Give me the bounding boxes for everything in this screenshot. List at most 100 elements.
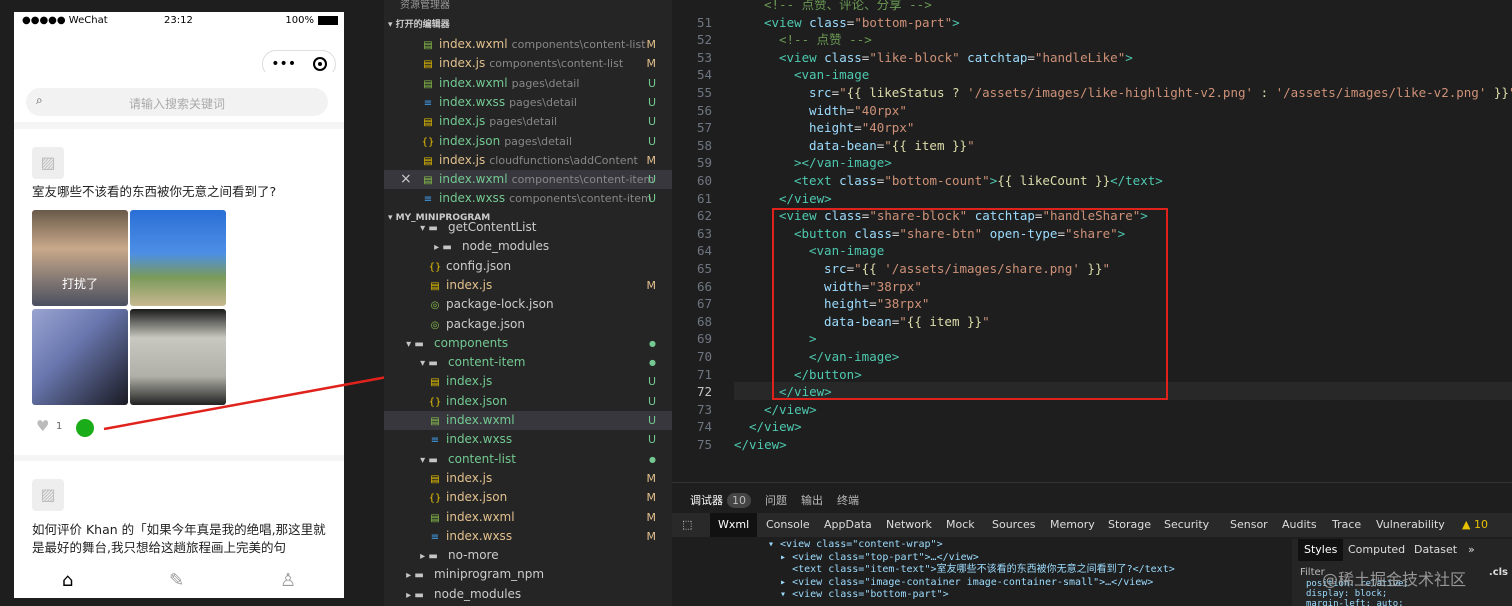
tab-security[interactable]: Security — [1164, 518, 1209, 531]
file-path: pages\detail — [509, 95, 577, 109]
file-name: index.json — [446, 393, 508, 408]
file-item[interactable]: ◎ package-lock.json — [384, 295, 672, 314]
file-item[interactable]: ▸ ▬ node_modules — [384, 585, 672, 604]
file-item[interactable]: ▤ index.js M — [384, 469, 672, 488]
file-item[interactable]: ▸ ▬ no-more — [384, 546, 672, 565]
warning-count[interactable]: ▲ 10 — [1462, 518, 1488, 531]
inspect-icon[interactable]: ⬚ — [682, 518, 692, 531]
tab-sources[interactable]: Sources — [992, 518, 1036, 531]
file-item[interactable]: ≡ index.wxss M — [384, 527, 672, 546]
code-token: <view — [764, 14, 810, 30]
file-name: components — [434, 335, 509, 350]
file-item[interactable]: {} config.json — [384, 257, 672, 276]
wxml-file-icon: ▤ — [423, 40, 433, 51]
code-line: 75 </view> — [672, 436, 1512, 454]
file-item[interactable]: ▾ ▬ components ● — [384, 334, 672, 353]
tab-output[interactable]: 输出 — [801, 494, 823, 507]
tab-styles[interactable]: Styles — [1298, 539, 1344, 561]
file-item[interactable]: ▤ index.js pages\detail U — [384, 112, 672, 131]
file-item[interactable]: {} index.json M — [384, 488, 672, 507]
wxml-tree[interactable]: ▾ <view class="content-wrap"> ▸ <view cl… — [768, 539, 1288, 602]
tab-debugger[interactable]: 调试器 — [690, 494, 723, 507]
git-status: ● — [649, 338, 656, 348]
code-text: </view> — [749, 418, 802, 436]
code-text: </view> — [734, 436, 787, 454]
code-line: 52 <!-- 点赞 --> — [672, 31, 1512, 49]
file-item[interactable]: ▤ index.wxml components\content-list M — [384, 35, 672, 54]
line-number: 74 — [696, 419, 712, 435]
file-item[interactable]: ▸ ▬ miniprogram_npm — [384, 565, 672, 584]
file-item[interactable]: ▤ index.js M — [384, 276, 672, 295]
file-item[interactable]: ▤ index.wxml pages\detail U — [384, 74, 672, 93]
code-text: <view class="bottom-part"> — [764, 14, 960, 32]
wxml-node[interactable]: ▸ <view class="top-part">…</view> — [768, 552, 1288, 565]
tab-vulnerability[interactable]: Vulnerability — [1376, 518, 1445, 531]
code-token: {{ likeStatus ? — [846, 85, 968, 100]
tab-appdata[interactable]: AppData — [824, 518, 872, 531]
folder-icon: ▸ ▬ — [420, 551, 438, 563]
tab-wxml[interactable]: Wxml — [710, 513, 758, 537]
file-path: pages\detail — [504, 134, 573, 148]
tab-terminal[interactable]: 终端 — [837, 494, 859, 507]
file-name: index.wxml — [446, 509, 515, 524]
open-editors-header[interactable]: ▾ 打开的编辑器 — [384, 16, 450, 35]
file-item[interactable]: ▤ index.wxml U — [384, 411, 672, 431]
tab-storage[interactable]: Storage — [1108, 518, 1151, 531]
js-file-icon: ▤ — [430, 473, 440, 485]
git-status: U — [647, 115, 656, 129]
file-item[interactable]: {} index.json pages\detail U — [384, 132, 672, 151]
file-item[interactable]: ≡ index.wxss U — [384, 430, 672, 449]
file-name: content-list — [448, 451, 516, 466]
code-token: {{ likeCount }} — [997, 173, 1111, 188]
code-line: 73 </view> — [672, 401, 1512, 419]
more-tabs-icon[interactable]: » — [1468, 539, 1475, 561]
file-item[interactable]: ▾ ▬ getContentList — [384, 218, 672, 237]
tab-network[interactable]: Network — [886, 518, 932, 531]
json-file-icon: {} — [428, 493, 442, 505]
file-item[interactable]: ≡ index.wxss pages\detail U — [384, 93, 672, 112]
file-item[interactable]: ≡ index.wxss components\content-item U — [384, 189, 672, 208]
line-number: 69 — [696, 331, 712, 347]
tab-problems[interactable]: 问题 — [765, 494, 787, 507]
wxml-node[interactable]: ▾ <view class="content-wrap"> — [768, 539, 1288, 552]
git-status: U — [647, 134, 656, 148]
file-item[interactable]: ▾ ▬ content-list ● — [384, 450, 672, 469]
code-token: = — [854, 120, 862, 136]
close-editor-icon[interactable]: × — [400, 170, 412, 189]
code-token: "40rpx" — [854, 102, 907, 118]
file-item[interactable]: ◎ package.json — [384, 315, 672, 334]
file-item[interactable]: ▸ ▬ node_modules — [384, 237, 672, 256]
file-name: node_modules — [434, 586, 522, 601]
code-token: > — [1125, 49, 1133, 65]
cls-toggle[interactable]: .cls — [1489, 567, 1508, 578]
tab-audits[interactable]: Audits — [1282, 518, 1317, 531]
wxml-node[interactable]: ▸ <view class="image-container image-con… — [768, 577, 1288, 590]
tab-sensor[interactable]: Sensor — [1230, 518, 1268, 531]
file-item[interactable]: {} index.json U — [384, 392, 672, 411]
file-item[interactable]: ▤ index.wxml M — [384, 508, 672, 527]
file-name: miniprogram_npm — [434, 567, 545, 582]
debugger-badge: 10 — [727, 493, 751, 508]
file-item[interactable]: ▤ index.js cloudfunctions\addContent M — [384, 151, 672, 170]
line-number: 55 — [696, 85, 712, 100]
file-item[interactable]: ▤ index.js components\content-list M — [384, 54, 672, 73]
line-number: 68 — [696, 313, 712, 329]
file-name: index.js — [446, 470, 493, 485]
code-token: class — [824, 49, 862, 65]
git-status: U — [647, 394, 656, 408]
tab-mock[interactable]: Mock — [946, 518, 975, 531]
tab-computed[interactable]: Computed — [1348, 539, 1405, 561]
wxml-node[interactable]: ▾ <view class="bottom-part"> — [768, 589, 1288, 602]
code-text: height="40rpx" — [809, 119, 914, 137]
tab-console[interactable]: Console — [766, 518, 810, 531]
file-name: index.js — [446, 374, 493, 389]
file-item[interactable]: ▤ index.js U — [384, 372, 672, 391]
file-item[interactable]: ▤ index.wxml components\content-item U — [384, 170, 672, 190]
explorer-title: 资源管理器 — [400, 0, 450, 11]
tab-dataset[interactable]: Dataset — [1414, 539, 1457, 561]
file-item[interactable]: ▾ ▬ content-item ● — [384, 353, 672, 372]
tab-memory[interactable]: Memory — [1050, 518, 1095, 531]
tab-trace[interactable]: Trace — [1332, 518, 1361, 531]
wxml-node[interactable]: <text class="item-text">室友哪些不该看的东西被你无意之间… — [768, 564, 1288, 577]
code-line: 56 width="40rpx" — [672, 102, 1512, 120]
